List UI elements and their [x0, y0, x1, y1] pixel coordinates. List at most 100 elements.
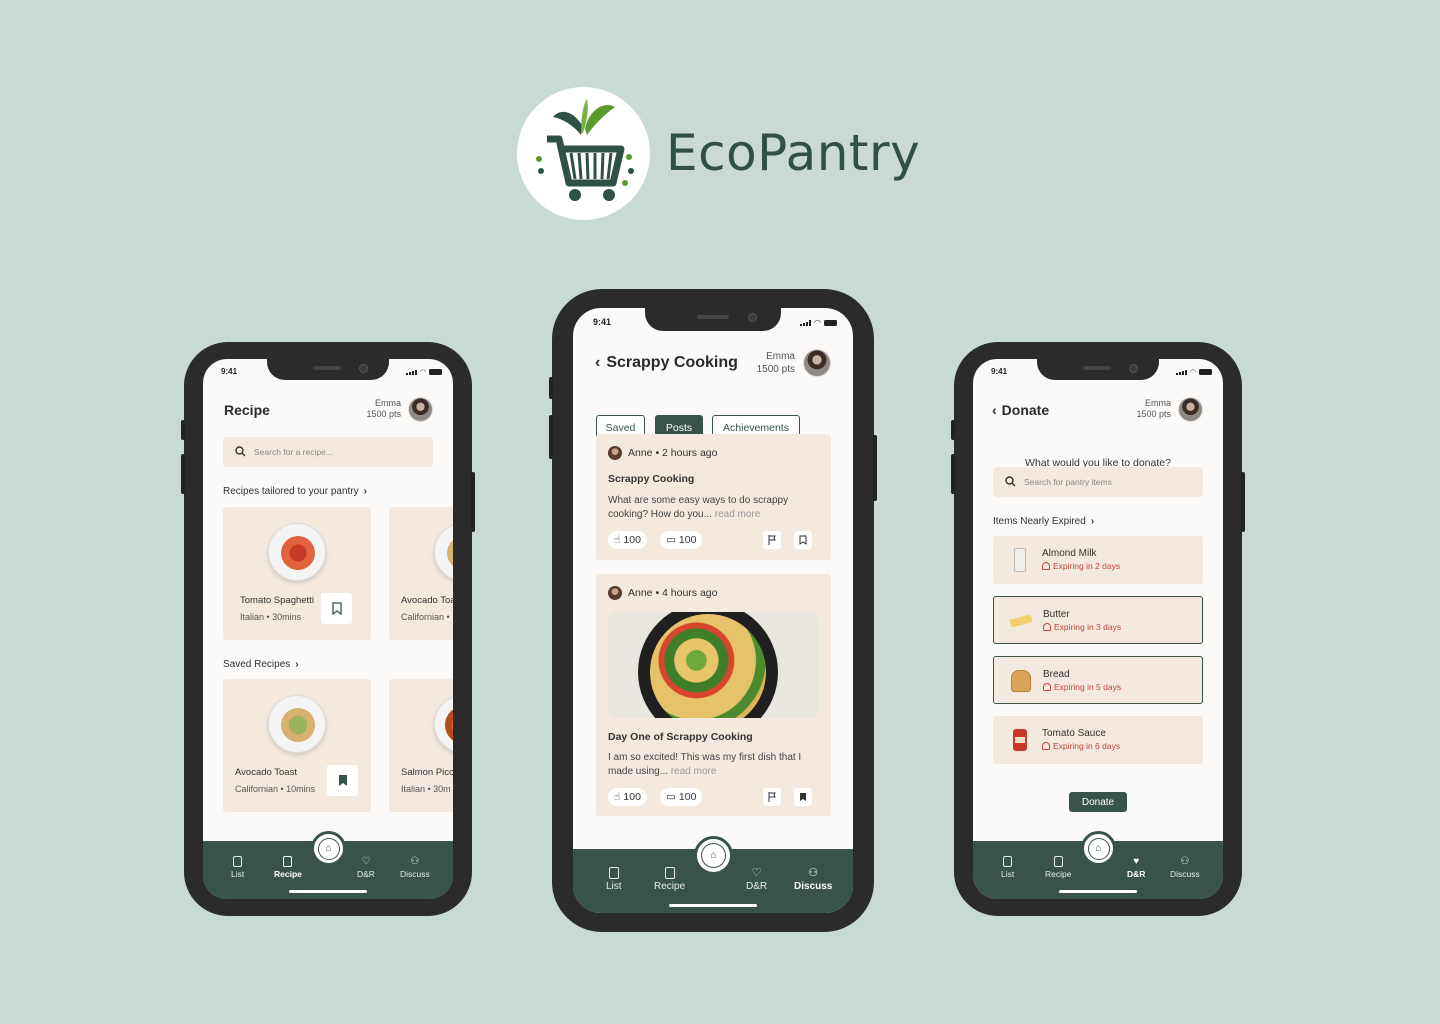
tab-recipe[interactable]: Recipe — [654, 867, 685, 892]
avatar[interactable] — [408, 397, 433, 422]
tomato-spaghetti-image — [268, 523, 326, 581]
tab-list[interactable]: List — [1001, 856, 1014, 879]
butter-icon — [1009, 609, 1033, 633]
status-icons: ◠ — [406, 368, 443, 376]
community-icon: ⚇ — [410, 856, 420, 867]
tab-dr[interactable]: ♡ D&R — [357, 856, 375, 879]
status-time: 9:41 — [593, 317, 612, 327]
pantry-scan-button[interactable]: ⌂ — [311, 831, 346, 866]
post-meta: Anne • 2 hours ago — [608, 446, 718, 460]
item-expiry: Expiring in 5 days — [1043, 682, 1121, 692]
tab-list[interactable]: List — [231, 856, 244, 879]
tab-label: Discuss — [1170, 869, 1200, 879]
tab-discuss[interactable]: ⚇ Discuss — [794, 867, 832, 892]
recipe-card[interactable]: Salmon Picc Italian • 30m — [389, 679, 453, 812]
user-points: 1500 pts — [366, 409, 401, 420]
report-button[interactable] — [763, 531, 781, 549]
pantry-item[interactable]: Almond Milk Expiring in 2 days — [993, 536, 1203, 584]
recipe-card[interactable]: Avocado Toa Californian • — [389, 507, 453, 640]
status-time: 9:41 — [221, 367, 238, 376]
flag-icon — [768, 535, 776, 545]
tomato-sauce-icon — [1008, 728, 1032, 752]
pantry-item[interactable]: Butter Expiring in 3 days — [993, 596, 1203, 644]
recipe-book-icon — [1053, 856, 1063, 867]
like-count: 100 — [623, 791, 641, 803]
recipe-search-input[interactable]: Search for a recipe... — [223, 437, 433, 467]
recipe-card[interactable]: Avocado Toast Californian • 10mins — [223, 679, 371, 812]
tab-label: Recipe — [274, 869, 302, 879]
post-text: I am so excited! This was my first dish … — [608, 751, 813, 779]
pantry-item[interactable]: Tomato Sauce Expiring in 6 days — [993, 716, 1203, 764]
tab-recipe[interactable]: Recipe — [274, 856, 302, 879]
comment-count: 100 — [678, 791, 697, 803]
expiry-text: Expiring in 2 days — [1053, 561, 1121, 571]
post-author-time: Anne • 2 hours ago — [628, 447, 718, 459]
recipe-book-icon — [283, 856, 293, 867]
tab-label: List — [231, 869, 245, 879]
phone-recipe: 9:41 ◠ Recipe Emma 1500 pts Search for a… — [181, 342, 475, 916]
tab-list[interactable]: List — [606, 867, 622, 892]
bookmark-button[interactable] — [794, 788, 812, 806]
expiry-text: Expiring in 6 days — [1053, 741, 1121, 751]
section-saved[interactable]: Saved Recipes › — [223, 659, 299, 670]
phone-discuss: 9:41 ◠ ‹ Scrappy Cooking Emma 1500 pts S… — [549, 289, 877, 932]
tab-label: List — [1001, 869, 1015, 879]
pantry-item[interactable]: Bread Expiring in 5 days — [993, 656, 1203, 704]
recipe-card[interactable]: Tomato Spaghetti Italian • 30mins — [223, 507, 371, 640]
flag-icon — [768, 792, 776, 802]
recipe-name: Salmon Picc — [401, 767, 453, 778]
pantry-search-input[interactable]: Search for pantry items — [993, 467, 1203, 497]
recipe-name: Avocado Toast — [235, 767, 297, 778]
pantry-scan-button[interactable]: ⌂ — [694, 836, 733, 875]
tab-label: Discuss — [794, 881, 833, 892]
pantry-scan-button[interactable]: ⌂ — [1081, 831, 1116, 866]
item-expiry: Expiring in 3 days — [1043, 622, 1121, 632]
chevron-right-icon: › — [295, 659, 299, 670]
donate-button[interactable]: Donate — [1069, 792, 1127, 812]
back-icon[interactable]: ‹ — [992, 402, 997, 418]
tab-recipe[interactable]: Recipe — [1045, 856, 1071, 879]
bookmark-button[interactable] — [321, 593, 352, 624]
read-more-link[interactable]: read more — [715, 509, 761, 520]
post-card[interactable]: Anne • 4 hours ago Day One of Scrappy Co… — [596, 574, 831, 816]
comment-button[interactable]: ▭ 100 — [660, 788, 703, 806]
recipe-meta: Italian • 30m — [401, 784, 451, 794]
recipe-meta: Californian • 10mins — [235, 784, 316, 794]
author-avatar — [608, 586, 622, 600]
comment-button[interactable]: ▭ 100 — [660, 531, 703, 549]
avocado-toast-image — [268, 695, 326, 753]
tab-discuss[interactable]: ⚇ Discuss — [1170, 856, 1200, 879]
avatar[interactable] — [803, 349, 831, 377]
bookmark-button[interactable] — [794, 531, 812, 549]
bell-icon — [1043, 683, 1051, 691]
community-icon: ⚇ — [808, 867, 819, 879]
home-indicator — [1059, 890, 1137, 893]
tab-discuss[interactable]: ⚇ Discuss — [400, 856, 430, 879]
item-expiry: Expiring in 2 days — [1042, 561, 1120, 571]
user-info: Emma 1500 pts — [733, 351, 795, 376]
read-more-link[interactable]: read more — [671, 766, 717, 777]
recipe-meta: Californian • — [401, 612, 450, 622]
post-card[interactable]: Anne • 2 hours ago Scrappy Cooking What … — [596, 434, 831, 560]
tab-dr[interactable]: ♥ D&R — [1127, 856, 1145, 879]
like-button[interactable]: ☝ 100 — [608, 788, 647, 806]
bell-icon — [1043, 623, 1051, 631]
tab-dr[interactable]: ♡ D&R — [746, 867, 767, 892]
status-icons: ◠ — [800, 318, 837, 327]
recipe-book-icon — [664, 867, 675, 879]
section-tailored[interactable]: Recipes tailored to your pantry › — [223, 486, 367, 497]
home-indicator — [289, 890, 367, 893]
brand-name: EcoPantry — [666, 124, 921, 182]
section-nearly-expired[interactable]: Items Nearly Expired › — [993, 516, 1094, 527]
list-icon — [608, 867, 619, 879]
phone-donate: 9:41 ◠ ‹ Donate Emma 1500 pts What would… — [951, 342, 1245, 916]
post-image — [608, 612, 819, 718]
avatar[interactable] — [1178, 397, 1203, 422]
back-icon[interactable]: ‹ — [595, 354, 600, 372]
section-title-label: Items Nearly Expired — [993, 516, 1086, 527]
bookmark-button[interactable] — [327, 765, 358, 796]
status-icons: ◠ — [1176, 368, 1213, 376]
report-button[interactable] — [763, 788, 781, 806]
post-title: Day One of Scrappy Cooking — [608, 731, 753, 743]
like-button[interactable]: ☝ 100 — [608, 531, 647, 549]
